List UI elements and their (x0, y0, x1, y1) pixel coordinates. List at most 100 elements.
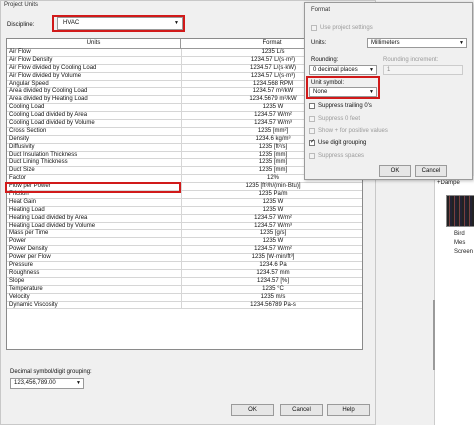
format-button-cell[interactable]: 1235 °C (181, 285, 362, 293)
unit-name-cell: Diffusivity (9, 143, 35, 150)
chevron-down-icon: ▼ (459, 40, 464, 46)
format-cancel-button[interactable]: Cancel (415, 165, 447, 177)
format-button-cell[interactable]: 1234.57 [%] (181, 277, 362, 285)
unit-name-cell: Power Density (9, 246, 48, 253)
format-button-cell[interactable]: 1234.57 W/m³ (181, 222, 362, 230)
table-row[interactable]: Power 1235 W (7, 238, 362, 247)
format-button-cell[interactable]: 1234.6 Pa (181, 262, 362, 270)
unit-name-cell: Pressure (9, 262, 34, 269)
table-row[interactable]: Pressure 1234.6 Pa (7, 262, 362, 270)
rounding-increment-label: Rounding increment: (383, 57, 439, 63)
option-label: Show + for positive values (318, 128, 388, 134)
unit-name-cell: Area divided by Cooling Load (9, 88, 88, 95)
help-button[interactable]: Help (327, 404, 370, 416)
cancel-button[interactable]: Cancel (280, 404, 323, 416)
unit-name-cell: Heating Load divided by Area (9, 214, 88, 221)
unit-symbol-highlight (306, 76, 380, 99)
unit-name-cell: Heating Load divided by Volume (9, 222, 96, 229)
unit-name-cell: Slope (9, 277, 25, 284)
ok-button[interactable]: OK (231, 404, 274, 416)
option-label: Suppress 0 feet (318, 116, 361, 122)
unit-name-cell: Mass per Time (9, 230, 49, 237)
unit-name-cell: Area divided by Heating Load (9, 96, 88, 103)
option-checkbox[interactable] (309, 116, 315, 122)
duct-size-highlight (5, 182, 181, 193)
unit-name-cell: Temperature (9, 285, 43, 292)
units-column-header: Units (7, 39, 181, 48)
unit-name-cell: Heating Load (9, 206, 45, 213)
table-row[interactable]: Velocity 1235 m/s (7, 293, 362, 302)
discipline-highlight (52, 15, 185, 32)
table-row[interactable]: Temperature 1235 °C (7, 285, 362, 294)
chevron-down-icon: ▼ (76, 380, 81, 386)
use-project-settings-label: Use project settings (320, 25, 373, 31)
family-thumbnail-caption: Bird Mes Screen (454, 230, 474, 257)
option-checkbox[interactable] (309, 128, 315, 134)
unit-name-cell: Density (9, 135, 30, 142)
option-checkbox[interactable] (309, 103, 315, 109)
format-button-cell[interactable]: 1235 Pa/m (181, 191, 362, 199)
format-button-cell[interactable]: 1234.57 mm (181, 269, 362, 277)
rounding-increment-input[interactable]: 1 (383, 65, 463, 75)
table-row[interactable]: Slope 1234.57 [%] (7, 277, 362, 286)
option-checkbox[interactable] (309, 153, 315, 159)
option-label: Suppress spaces (318, 153, 365, 159)
option-label: Use digit grouping (318, 140, 367, 146)
digit-grouping-select[interactable]: 123,456,789.00 ▼ (10, 378, 84, 389)
format-button-cell[interactable]: 1235 m/s (181, 293, 362, 301)
units-select[interactable]: Millimeters ▼ (367, 38, 467, 48)
format-button-cell[interactable]: 1235 W (181, 206, 362, 214)
unit-name-cell: Air Flow Density (9, 56, 53, 63)
units-value: Millimeters (371, 40, 400, 46)
unit-name-cell: Duct Size (9, 167, 35, 174)
format-button-cell[interactable]: 1235 [W·min/ft³] (181, 254, 362, 262)
format-button-cell[interactable]: 1234.57 W/m² (181, 246, 362, 254)
format-button-cell[interactable]: 1234.57 W/m² (181, 214, 362, 222)
panel-splitter[interactable] (433, 300, 435, 370)
discipline-label: Discipline: (7, 22, 35, 28)
format-button-cell[interactable]: 1235 [ft³/h/(min·Btu)] (181, 183, 362, 191)
format-button-cell[interactable]: 1234.56789 Pa-s (181, 301, 362, 309)
option-label: Suppress trailing 0's (318, 103, 372, 109)
unit-name-cell: Air Flow divided by Volume (9, 72, 82, 79)
units-label: Units: (311, 40, 327, 46)
format-button-cell[interactable]: 1235 W (181, 198, 362, 206)
unit-name-cell: Power (9, 238, 27, 245)
table-row[interactable]: Power per Flow 1235 [W·min/ft³] (7, 254, 362, 263)
table-row[interactable]: Heat Gain 1235 W (7, 198, 362, 207)
family-tree-label[interactable]: +Dampe (437, 180, 460, 186)
format-dialog-title: Format (311, 7, 331, 13)
rounding-select[interactable]: 0 decimal places ▼ (309, 65, 377, 75)
table-row[interactable]: Roughness 1234.57 mm (7, 269, 362, 278)
caption-line-1: Bird Mes (454, 231, 466, 246)
table-row[interactable]: Heating Load divided by Volume 1234.57 W/… (7, 222, 362, 231)
unit-name-cell: Air Flow (9, 49, 31, 55)
unit-name-cell: Roughness (9, 269, 40, 276)
option-checkbox[interactable] (309, 138, 315, 146)
chevron-down-icon: ▼ (369, 67, 374, 73)
unit-name-cell: Cross Section (9, 127, 47, 134)
table-row[interactable]: Power Density 1234.57 W/m² (7, 246, 362, 255)
format-ok-button[interactable]: OK (379, 165, 411, 177)
table-row[interactable]: Dynamic Viscosity 1234.56789 Pa-s (7, 301, 362, 310)
table-row[interactable]: Heating Load 1235 W (7, 206, 362, 215)
digit-grouping-value: 123,456,789.00 (14, 380, 56, 386)
unit-name-cell: Cooling Load (9, 104, 45, 111)
unit-name-cell: Duct Lining Thickness (9, 159, 68, 166)
rounding-value: 0 decimal places (313, 67, 358, 73)
unit-name-cell: Cooling Load divided by Area (9, 112, 88, 119)
unit-name-cell: Angular Speed (9, 80, 49, 87)
family-thumbnail-image[interactable] (446, 195, 474, 227)
unit-name-cell: Cooling Load divided by Volume (9, 120, 95, 127)
digit-grouping-label: Decimal symbol/digit grouping: (10, 369, 92, 375)
unit-name-cell: Air Flow divided by Cooling Load (9, 64, 97, 71)
caption-line-2: Screen (454, 249, 474, 255)
unit-name-cell: Power per Flow (9, 254, 51, 261)
format-button-cell[interactable]: 1235 W (181, 238, 362, 246)
table-row[interactable]: Heating Load divided by Area 1234.57 W/m² (7, 214, 362, 223)
rounding-label: Rounding: (311, 57, 339, 63)
dialog-title: Project Units (4, 2, 39, 8)
format-button-cell[interactable]: 1235 [g/s] (181, 230, 362, 238)
table-row[interactable]: Mass per Time 1235 [g/s] (7, 230, 362, 239)
use-project-settings-checkbox[interactable] (311, 25, 317, 31)
